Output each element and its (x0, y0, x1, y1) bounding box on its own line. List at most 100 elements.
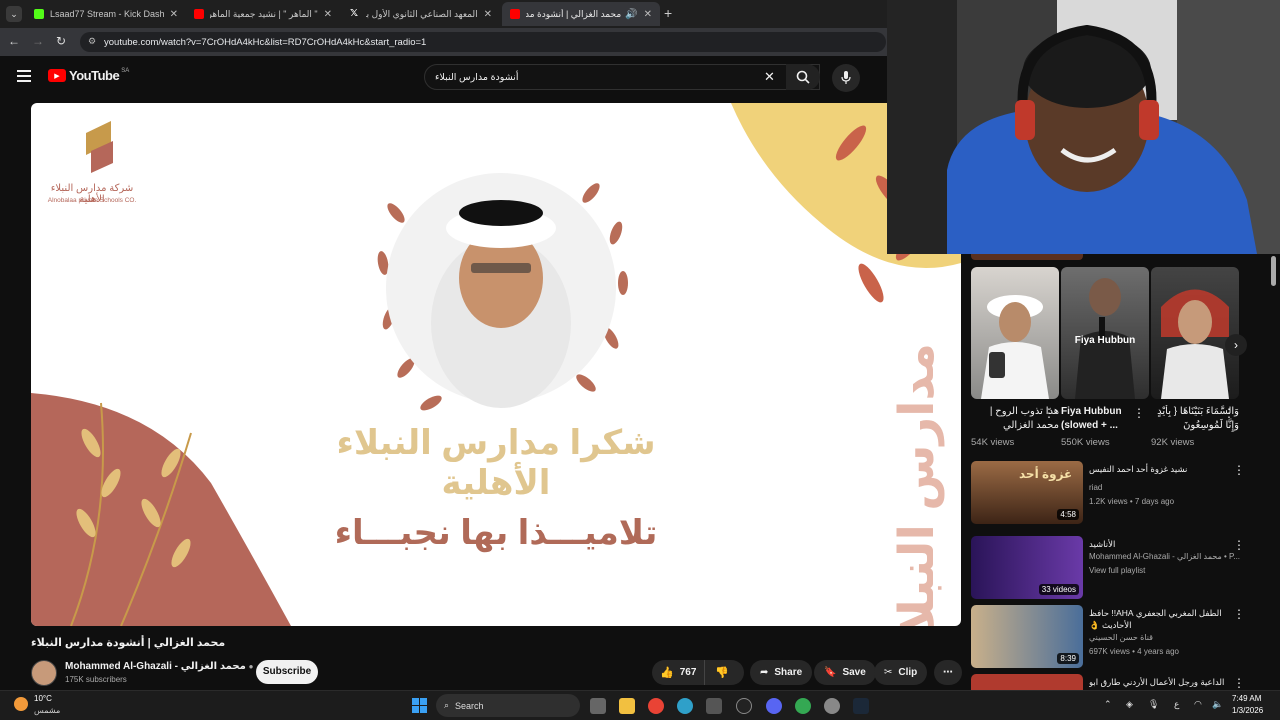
related-sidebar: هذا تذوب الروح | محمد الغزالي 54K views … (965, 254, 1280, 690)
new-tab-icon[interactable]: + (664, 6, 672, 20)
language-indicator[interactable]: ع (1174, 699, 1179, 710)
tab-title: Lsaad77 Stream - Kick Dashboard (50, 9, 164, 19)
related-video[interactable]: غزوة أحد 4:58 نشيد غزوة أحد احمد النفيس … (971, 461, 1251, 525)
windows-start-icon[interactable] (412, 698, 427, 713)
video-thumbnail[interactable]: 8:39 (971, 605, 1083, 668)
store-icon[interactable] (706, 698, 722, 714)
short-more-icon[interactable]: ⋮ (1133, 406, 1145, 420)
more-actions-icon[interactable]: ⋮ (1233, 607, 1245, 621)
related-video[interactable]: الداعية ورجل الأعمال الأردني طارق ابو ⋮ (971, 674, 1251, 690)
video-duration: 4:58 (1057, 509, 1079, 520)
volume-icon[interactable]: 🔈 (1212, 699, 1223, 710)
like-button[interactable]: 👍 767 (652, 660, 706, 685)
close-tab-icon[interactable]: ✕ (170, 9, 178, 20)
slogan-text: تلاميـــذا بها نجبـــاء (334, 514, 658, 552)
weather-icon[interactable] (14, 697, 28, 711)
channel-avatar[interactable] (31, 660, 57, 686)
related-playlist[interactable]: 33 videos الأناشيد Mohammed Al-Ghazali -… (971, 536, 1251, 600)
forward-icon[interactable]: → (32, 34, 44, 48)
chrome-active-icon[interactable] (795, 698, 811, 714)
bookmark-icon: 🔖 (824, 667, 837, 678)
more-actions-icon[interactable]: ⋮ (1233, 463, 1245, 477)
video-channel[interactable]: riad (1089, 483, 1102, 492)
x-logo-icon: 𝕏 (350, 8, 359, 19)
more-horizontal-icon: ⋯ (943, 667, 953, 678)
edge-icon[interactable] (677, 698, 693, 714)
voice-search-button[interactable] (832, 64, 860, 92)
short-more-icon[interactable]: ⋮ (1223, 406, 1235, 420)
short-item[interactable]: وَالسَّمَاءَ بَنَيْنَاهَا { بِأَيْدٍ وَإ… (1151, 267, 1239, 448)
more-button[interactable]: ⋯ (934, 660, 962, 685)
clock-time[interactable]: 7:49 AM (1232, 694, 1261, 703)
dislike-button[interactable]: 👎 (705, 666, 739, 679)
tray-chevron-icon[interactable]: ⌃ (1104, 699, 1112, 710)
browser-tab-x[interactable]: 𝕏 المعهد الصناعي الثانوي الأول بالرياض ✕ (342, 2, 500, 26)
video-title[interactable]: نشيد غزوة أحد احمد النفيس (1089, 463, 1239, 487)
clear-search-icon[interactable]: ✕ (764, 69, 775, 85)
video-title[interactable]: الطفل المغربي الجعفري AHA!! حافظ الأحادي… (1089, 607, 1239, 631)
video-player[interactable]: شركة مدارس النبلاء الأهلية Alnobalaa pri… (31, 103, 961, 626)
browser-tab-active[interactable]: محمد الغزالي | أنشودة مدارس النبلاء 🔊 ✕ (502, 2, 660, 26)
speaker-icon[interactable]: 🔊 (625, 9, 637, 20)
more-actions-icon[interactable]: ⋮ (1233, 676, 1245, 690)
search-button[interactable] (786, 64, 820, 90)
save-button[interactable]: 🔖 Save (814, 660, 876, 685)
file-explorer-icon[interactable] (619, 698, 635, 714)
menu-icon[interactable] (17, 70, 31, 82)
steam-icon[interactable] (853, 698, 869, 714)
video-meta: 1.2K views • 7 days ago (1089, 497, 1175, 506)
youtube-logo-text: YouTube (69, 68, 120, 83)
sidebar-scrollbar[interactable] (1271, 256, 1276, 286)
task-view-icon[interactable] (590, 698, 606, 714)
more-actions-icon[interactable]: ⋮ (1233, 538, 1245, 552)
address-bar[interactable]: ⚙ youtube.com/watch?v=7CrOHdA4kHc&list=R… (80, 32, 886, 52)
app-icon[interactable] (824, 698, 840, 714)
clip-button[interactable]: ✂ Clip (874, 660, 928, 685)
weather-temp[interactable]: 10°C (34, 694, 52, 703)
playlist-channel[interactable]: Mohammed Al-Ghazali - محمد الغزالي • P..… (1089, 552, 1240, 561)
video-thumbnail[interactable]: غزوة أحد 4:58 (971, 461, 1083, 524)
like-count: 767 (679, 667, 697, 678)
close-tab-icon[interactable]: ✕ (484, 9, 492, 20)
reload-icon[interactable]: ↻ (56, 34, 66, 48)
short-item[interactable]: Fiya Hubbun Fiya Hubbun (slowed + ... 55… (1061, 267, 1149, 448)
side-vertical-text: مدارس النبلاء (891, 343, 944, 626)
video-thumbnail[interactable] (971, 674, 1083, 690)
shorts-next-button[interactable]: › (1225, 334, 1247, 356)
youtube-logo[interactable]: ▶ YouTube SA (48, 68, 129, 83)
playlist-thumbnail[interactable]: 33 videos (971, 536, 1083, 599)
microphone-tray-icon[interactable]: 🎙 (1148, 699, 1159, 710)
back-icon[interactable]: ← (8, 34, 20, 48)
video-meta: 697K views • 4 years ago (1089, 647, 1179, 656)
channel-name[interactable]: Mohammed Al-Ghazali - محمد الغزالي ● (65, 661, 253, 672)
browser-tab-youtube-maher[interactable]: " الماهر " | نشيد جمعية الماهر بالقرآن ✕ (186, 2, 340, 26)
tab-search-icon[interactable]: ⌄ (6, 6, 22, 22)
short-thumbnail[interactable]: Fiya Hubbun (1061, 267, 1149, 399)
short-more-icon[interactable]: ⋮ (1043, 406, 1055, 420)
channel-name-text[interactable]: Mohammed Al-Ghazali - محمد الغزالي (65, 661, 246, 672)
clock-date[interactable]: 1/3/2026 (1232, 706, 1263, 715)
related-video[interactable]: 8:39 الطفل المغربي الجعفري AHA!! حافظ ال… (971, 605, 1251, 669)
browser-tab-kick[interactable]: Lsaad77 Stream - Kick Dashboard ✕ (26, 2, 186, 26)
video-title[interactable]: الداعية ورجل الأعمال الأردني طارق ابو (1089, 676, 1239, 690)
chrome-icon[interactable] (648, 698, 664, 714)
subscribe-button[interactable]: Subscribe (256, 660, 318, 684)
search-input[interactable]: أنشودة مدارس النبلاء (424, 64, 820, 90)
taskbar-search[interactable]: ⌕ Search (436, 694, 580, 717)
short-views: 54K views (971, 437, 1015, 448)
wifi-icon[interactable]: ◠ (1194, 699, 1202, 710)
obs-icon[interactable] (736, 698, 752, 714)
close-tab-icon[interactable]: ✕ (644, 9, 652, 20)
short-thumbnail[interactable] (971, 267, 1059, 399)
short-thumbnail[interactable] (1151, 267, 1239, 399)
webcam-image (887, 0, 1280, 254)
share-button[interactable]: ➦ Share (750, 660, 813, 685)
network-icon[interactable]: ◈ (1126, 699, 1133, 710)
discord-icon[interactable] (766, 698, 782, 714)
close-tab-icon[interactable]: ✕ (324, 9, 332, 20)
short-item[interactable]: هذا تذوب الروح | محمد الغزالي 54K views (971, 267, 1059, 448)
site-info-icon[interactable]: ⚙ (88, 36, 96, 47)
region-code: SA (121, 67, 130, 74)
video-channel[interactable]: قناة حسن الحسيني (1089, 633, 1153, 642)
view-full-playlist-link[interactable]: View full playlist (1089, 566, 1145, 575)
